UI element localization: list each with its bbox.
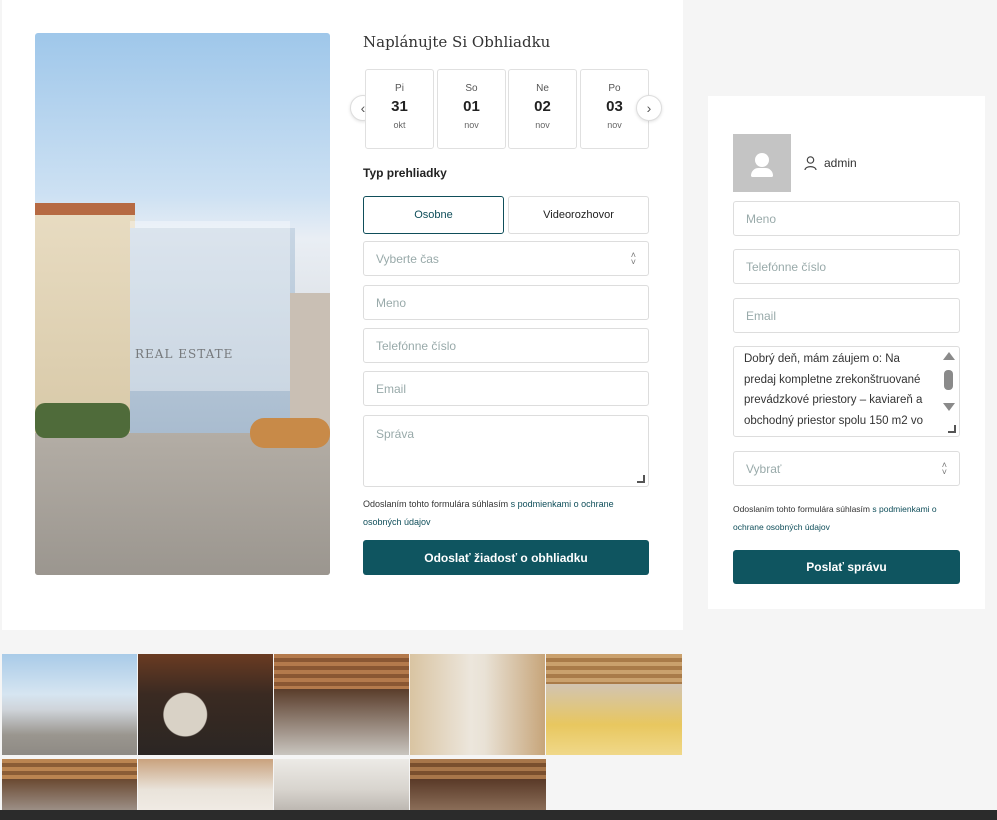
day-month: okt — [393, 120, 406, 130]
schedule-title: Naplánujte Si Obhliadku — [363, 33, 551, 51]
photo-parking-lot — [35, 433, 330, 575]
gallery-thumbnail[interactable] — [2, 759, 137, 810]
day-name: Po — [608, 83, 621, 94]
phone-placeholder: Telefónne číslo — [376, 338, 457, 353]
gallery-thumbnail[interactable] — [274, 654, 409, 755]
day-name: So — [465, 83, 478, 94]
day-month: nov — [535, 120, 550, 130]
avatar-head — [755, 153, 769, 167]
tour-type-in-person[interactable]: Osobne — [363, 196, 504, 234]
day-option[interactable]: So 01 nov — [437, 69, 506, 149]
select-arrows-icon: ˄ ˅ — [941, 459, 947, 477]
gallery-thumbnail[interactable] — [138, 654, 273, 755]
gallery-thumbnail[interactable] — [410, 654, 545, 755]
contact-email-field[interactable]: Email — [733, 298, 960, 333]
photo-building — [35, 208, 135, 433]
gallery-thumbnail[interactable] — [546, 654, 682, 755]
chevron-right-icon: › — [646, 100, 652, 116]
photo-hedge — [250, 418, 330, 448]
contact-consent-text: Odoslaním tohto formulára súhlasím s pod… — [733, 500, 965, 536]
tour-type-video[interactable]: Videorozhovor — [508, 196, 649, 234]
day-name: Ne — [536, 83, 549, 94]
gallery-thumbnail[interactable] — [2, 654, 137, 755]
avatar — [733, 134, 791, 192]
watermark-logo — [130, 221, 290, 391]
send-message-button[interactable]: Poslať správu — [733, 550, 960, 584]
gallery-thumbnail[interactable] — [138, 759, 273, 810]
contact-phone-placeholder: Telefónne číslo — [746, 259, 827, 274]
avatar-body — [751, 168, 773, 177]
submit-tour-request-button[interactable]: Odoslať žiadosť o obhliadku — [363, 540, 649, 575]
message-placeholder: Správa — [376, 427, 415, 441]
contact-phone-field[interactable]: Telefónne číslo — [733, 249, 960, 284]
contact-message-field[interactable]: Dobrý deň, mám záujem o: Na predaj kompl… — [733, 346, 960, 437]
photo-building — [290, 293, 330, 433]
name-placeholder: Meno — [376, 295, 407, 310]
scroll-up-icon[interactable] — [943, 352, 955, 360]
day-month: nov — [464, 120, 479, 130]
message-scrollbar[interactable] — [940, 348, 958, 435]
contact-select-value: Vybrať — [746, 461, 782, 476]
consent-label: Odoslaním tohto formulára súhlasím — [363, 499, 509, 509]
day-option[interactable]: Ne 02 nov — [508, 69, 577, 149]
gallery-thumbnail[interactable] — [410, 759, 546, 810]
time-select[interactable]: Vyberte čas ˄ ˅ — [363, 241, 649, 276]
day-date: 02 — [534, 98, 551, 115]
watermark-text: REAL ESTATE — [135, 347, 234, 361]
resize-handle-icon[interactable] — [948, 425, 956, 433]
scroll-thumb[interactable] — [944, 370, 953, 390]
day-date: 31 — [391, 98, 408, 115]
email-placeholder: Email — [376, 381, 407, 396]
consent-label: Odoslaním tohto formulára súhlasím — [733, 504, 871, 514]
agent-name[interactable]: admin — [824, 156, 857, 170]
day-name: Pi — [395, 83, 404, 94]
contact-email-placeholder: Email — [746, 308, 777, 323]
contact-name-placeholder: Meno — [746, 211, 777, 226]
day-month: nov — [607, 120, 622, 130]
gallery-thumbnail[interactable] — [274, 759, 409, 810]
photo-roof — [35, 203, 135, 215]
name-field[interactable]: Meno — [363, 285, 649, 320]
scroll-down-icon[interactable] — [943, 403, 955, 411]
day-date: 01 — [463, 98, 480, 115]
consent-text: Odoslaním tohto formulára súhlasím s pod… — [363, 495, 649, 531]
phone-field[interactable]: Telefónne číslo — [363, 328, 649, 363]
contact-name-field[interactable]: Meno — [733, 201, 960, 236]
email-field[interactable]: Email — [363, 371, 649, 406]
property-photo[interactable]: REAL ESTATE — [35, 33, 330, 575]
message-field[interactable]: Správa — [363, 415, 649, 487]
next-days-button[interactable]: › — [636, 95, 662, 121]
photo-hedge — [35, 403, 130, 438]
contact-select[interactable]: Vybrať ˄ ˅ — [733, 451, 960, 486]
user-icon — [804, 156, 817, 171]
select-arrows-icon: ˄ ˅ — [630, 249, 636, 267]
day-option[interactable]: Pi 31 okt — [365, 69, 434, 149]
tour-type-label: Typ prehliadky — [363, 166, 447, 180]
taskbar — [0, 810, 997, 820]
time-select-value: Vyberte čas — [376, 251, 439, 266]
resize-handle-icon[interactable] — [637, 475, 645, 483]
